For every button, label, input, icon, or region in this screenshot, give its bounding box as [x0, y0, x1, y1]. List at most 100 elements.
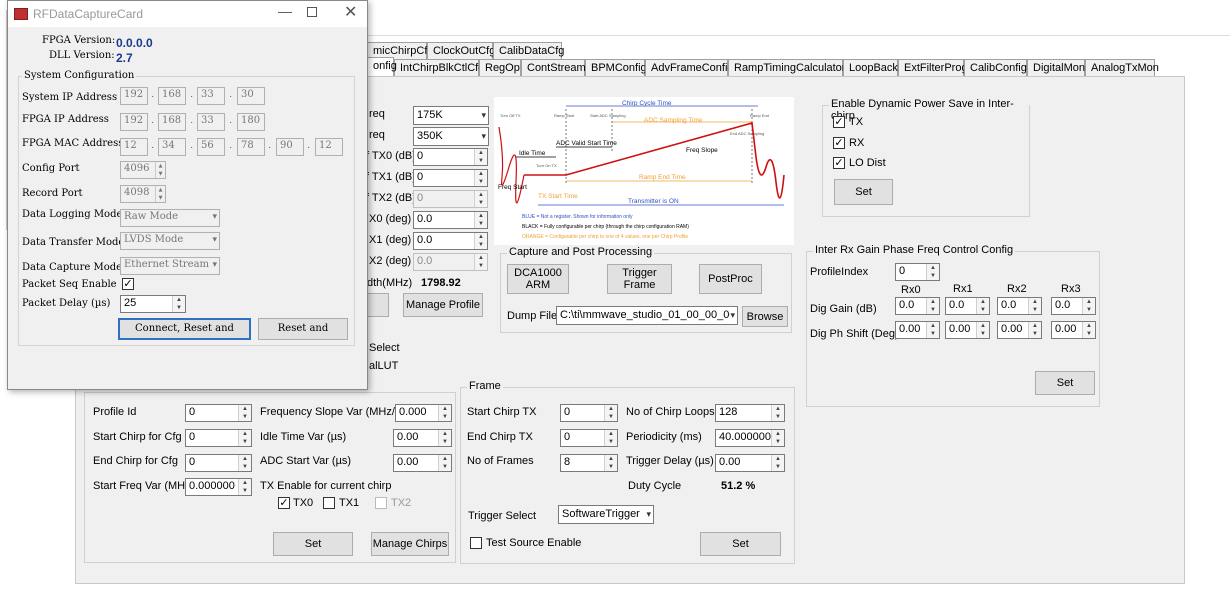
idle-time-var-input[interactable]: 0.00 ▲ ▼: [393, 429, 452, 447]
dig-phase-rx3[interactable]: 0.00 ▲ ▼: [1051, 321, 1096, 339]
periodicity-input[interactable]: 40.000000 ▲ ▼: [715, 429, 785, 447]
packet-delay-input[interactable]: 25 ▲ ▼: [120, 295, 186, 313]
tab-contstream[interactable]: ContStream: [521, 59, 586, 76]
trigger-frame-button[interactable]: Trigger Frame: [607, 264, 672, 294]
end-chirp-input[interactable]: 0 ▲ ▼: [185, 454, 252, 472]
trigger-select-dropdown[interactable]: SoftwareTrigger ▾: [558, 505, 654, 524]
tab-analogtxmon[interactable]: AnalogTxMon: [1085, 59, 1159, 76]
spin-arrows-icon[interactable]: ▲ ▼: [238, 430, 251, 446]
tab-intchirpblkctlcfg[interactable]: IntChirpBlkCtlCfg: [394, 59, 484, 76]
tab-clockoutcfg[interactable]: ClockOutCfg: [427, 42, 495, 59]
spin-arrows-icon[interactable]: ▲ ▼: [926, 322, 939, 338]
spin-arrows-icon[interactable]: ▲ ▼: [474, 149, 487, 165]
hpf2-select[interactable]: 350K ▾: [413, 127, 489, 146]
dialog-titlebar[interactable]: RFDataCaptureCard — ✕: [8, 1, 367, 27]
close-icon[interactable]: ✕: [344, 2, 357, 22]
start-chirp-tx-input[interactable]: 0 ▲ ▼: [560, 404, 618, 422]
browse-button[interactable]: Browse: [742, 306, 788, 327]
spin-arrows-icon[interactable]: ▲ ▼: [926, 264, 939, 280]
mac-dot: ·: [190, 142, 194, 153]
test-source-checkbox[interactable]: [470, 537, 482, 549]
dig-gain-rx1[interactable]: 0.0 ▲ ▼: [945, 297, 990, 315]
dig-phase-rx1[interactable]: 0.00 ▲ ▼: [945, 321, 990, 339]
dig-gain-rx3[interactable]: 0.0 ▲ ▼: [1051, 297, 1096, 315]
chirp-loops-input[interactable]: 128 ▲ ▼: [715, 404, 785, 422]
power-save-tx-checkbox[interactable]: ✓: [833, 116, 845, 128]
dump-file-select[interactable]: C:\ti\mmwave_studio_01_00_00_00 ▾: [556, 306, 738, 325]
tab-profileconfig[interactable]: onfig: [367, 57, 397, 76]
end-chirp-tx-input[interactable]: 0 ▲ ▼: [560, 429, 618, 447]
power-save-set-button[interactable]: Set: [834, 179, 893, 205]
spin-arrows-icon[interactable]: ▲ ▼: [771, 405, 784, 421]
spin-arrows-icon[interactable]: ▲ ▼: [438, 405, 451, 421]
freq-slope-var-input[interactable]: 0.000 ▲ ▼: [395, 404, 452, 422]
spin-arrows-icon[interactable]: ▲ ▼: [1028, 298, 1041, 314]
dig-gain-rx0[interactable]: 0.0 ▲ ▼: [895, 297, 940, 315]
chirp-tx0-checkbox[interactable]: ✓: [278, 497, 290, 509]
spin-arrows-icon[interactable]: ▲ ▼: [771, 455, 784, 471]
trigger-delay-input[interactable]: 0.00 ▲ ▼: [715, 454, 785, 472]
power-save-lo-checkbox[interactable]: ✓: [833, 157, 845, 169]
spin-arrows-icon[interactable]: ▲ ▼: [438, 430, 451, 446]
profile-set-button-partial[interactable]: [366, 293, 389, 317]
spin-arrows-icon[interactable]: ▲ ▼: [238, 479, 251, 495]
spin-arrows-icon[interactable]: ▲ ▼: [604, 405, 617, 421]
spin-arrows-icon[interactable]: ▲ ▼: [604, 455, 617, 471]
spin-arrows-icon[interactable]: ▲ ▼: [474, 212, 487, 228]
reset-button[interactable]: Reset and: [258, 318, 348, 340]
manage-profile-button[interactable]: Manage Profile: [403, 293, 483, 317]
adc-start-var-input[interactable]: 0.00 ▲ ▼: [393, 454, 452, 472]
connect-reset-button[interactable]: Connect, Reset and: [118, 318, 251, 340]
tx1-phase-input[interactable]: 0.0 ▲ ▼: [413, 232, 488, 250]
dig-gain-rx2[interactable]: 0.0 ▲ ▼: [997, 297, 1042, 315]
spin-arrows-icon[interactable]: ▲ ▼: [1082, 298, 1095, 314]
profile-id-input[interactable]: 0 ▲ ▼: [185, 404, 252, 422]
tab-regop[interactable]: RegOp: [479, 59, 521, 76]
postproc-button[interactable]: PostProc: [699, 264, 762, 294]
spin-arrows-icon[interactable]: ▲ ▼: [771, 430, 784, 446]
manage-chirps-button[interactable]: Manage Chirps: [371, 532, 449, 556]
spin-arrows-icon[interactable]: ▲ ▼: [976, 298, 989, 314]
start-chirp-input[interactable]: 0 ▲ ▼: [185, 429, 252, 447]
data-logging-select: Raw Mode ▾: [120, 209, 220, 227]
spin-arrows-icon[interactable]: ▲ ▼: [438, 455, 451, 471]
hpf1-select[interactable]: 175K ▾: [413, 106, 489, 125]
frame-set-button[interactable]: Set: [700, 532, 781, 556]
no-of-frames-input[interactable]: 8 ▲ ▼: [560, 454, 618, 472]
tab-digitalmon[interactable]: DigitalMon: [1027, 59, 1085, 76]
minimize-icon[interactable]: —: [278, 3, 292, 19]
spin-arrows-icon[interactable]: ▲ ▼: [474, 170, 487, 186]
spin-arrows-icon[interactable]: ▲ ▼: [474, 233, 487, 249]
tab-advframeconfig[interactable]: AdvFrameConfig: [645, 59, 734, 76]
data-capture-value: Ethernet Stream: [124, 259, 210, 270]
spin-arrows-icon[interactable]: ▲ ▼: [1028, 322, 1041, 338]
tab-calibconfig[interactable]: CalibConfig: [964, 59, 1027, 76]
tx0-phase-input[interactable]: 0.0 ▲ ▼: [413, 211, 488, 229]
packet-seq-checkbox[interactable]: ✓: [122, 278, 134, 290]
dig-phase-rx0[interactable]: 0.00 ▲ ▼: [895, 321, 940, 339]
tab-extfilterprog[interactable]: ExtFilterProg: [898, 59, 968, 76]
spin-arrows-icon[interactable]: ▲ ▼: [172, 296, 185, 312]
dump-file-path: C:\ti\mmwave_studio_01_00_00_00: [560, 309, 736, 321]
start-freq-var-input[interactable]: 0.000000 ▲ ▼: [185, 478, 252, 496]
rxgain-profile-input[interactable]: 0 ▲ ▼: [895, 263, 940, 281]
dig-phase-rx2[interactable]: 0.00 ▲ ▼: [997, 321, 1042, 339]
tab-loopback[interactable]: LoopBack: [843, 59, 898, 76]
rxgain-set-button[interactable]: Set: [1035, 371, 1095, 395]
tx1-backoff-input[interactable]: 0 ▲ ▼: [413, 169, 488, 187]
power-save-rx-checkbox[interactable]: ✓: [833, 137, 845, 149]
spin-arrows-icon[interactable]: ▲ ▼: [976, 322, 989, 338]
dca1000-arm-button[interactable]: DCA1000 ARM: [507, 264, 569, 294]
chirp-tx1-checkbox[interactable]: [323, 497, 335, 509]
spin-arrows-icon[interactable]: ▲ ▼: [238, 455, 251, 471]
tab-bpmconfig[interactable]: BPMConfig: [585, 59, 647, 76]
tx0-backoff-input[interactable]: 0 ▲ ▼: [413, 148, 488, 166]
chirp-set-button[interactable]: Set: [273, 532, 353, 556]
spin-arrows-icon[interactable]: ▲ ▼: [926, 298, 939, 314]
maximize-icon[interactable]: [307, 7, 317, 17]
spin-arrows-icon[interactable]: ▲ ▼: [604, 430, 617, 446]
spin-arrows-icon[interactable]: ▲ ▼: [238, 405, 251, 421]
tab-ramptimingcalculator[interactable]: RampTimingCalculator: [728, 59, 845, 76]
spin-arrows-icon[interactable]: ▲ ▼: [1082, 322, 1095, 338]
tab-calibdatacfg[interactable]: CalibDataCfg: [493, 42, 564, 59]
